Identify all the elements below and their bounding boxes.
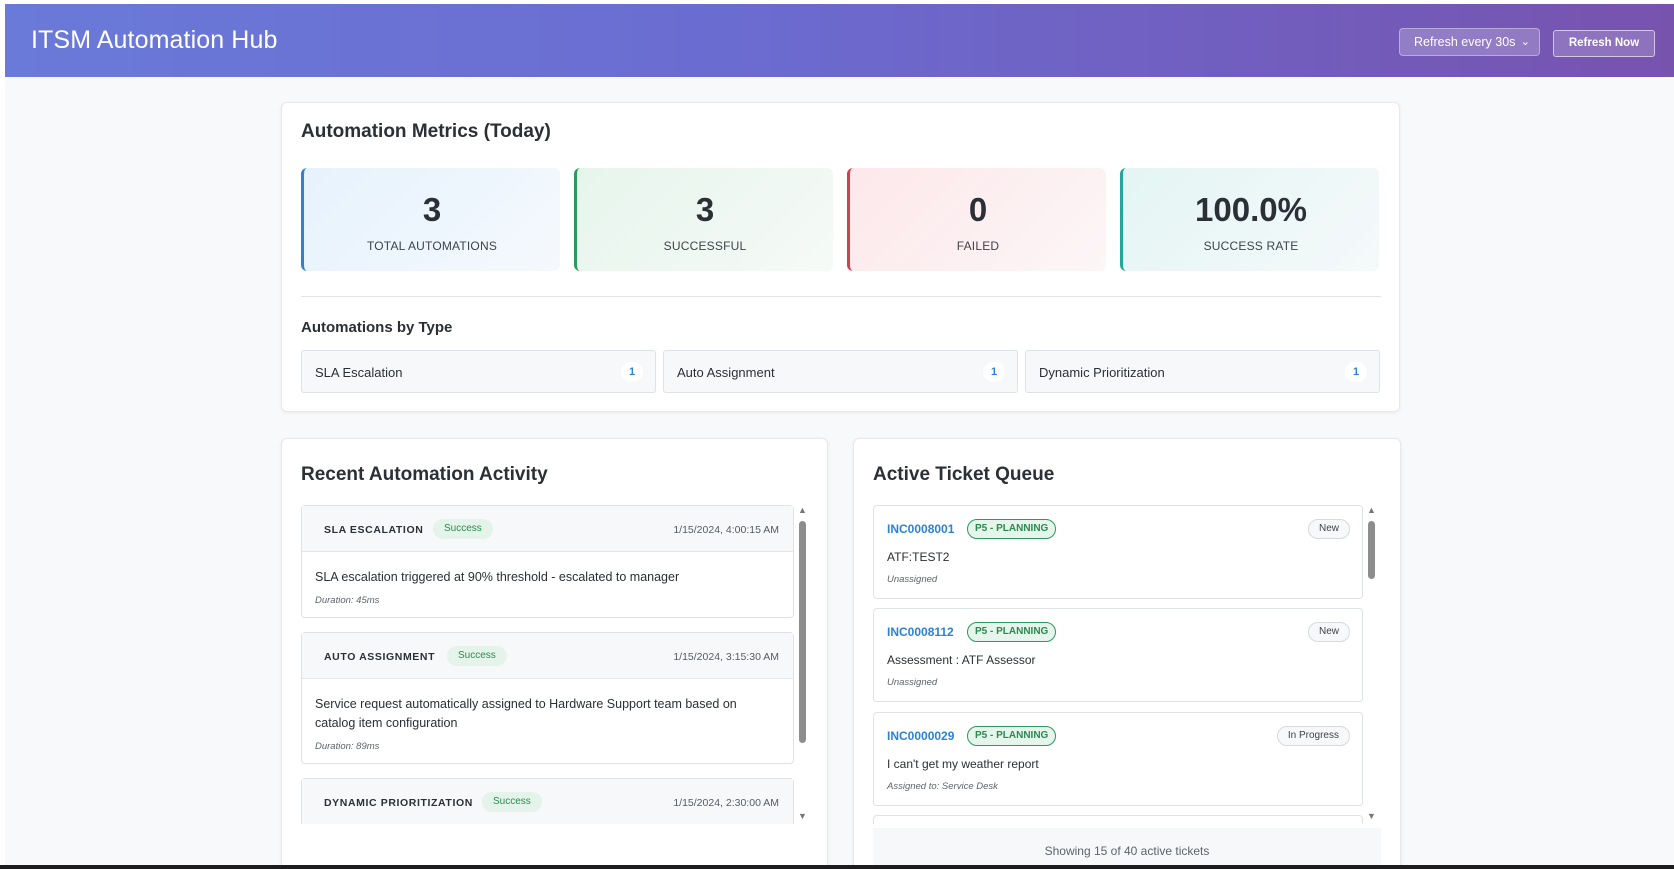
active-ticket-queue-panel: Active Ticket Queue INC0008001 P5 - PLAN…	[853, 438, 1401, 869]
activity-list[interactable]: SLA ESCALATION Success 1/15/2024, 4:00:1…	[301, 505, 794, 824]
window-left-edge	[0, 0, 5, 869]
activity-type: SLA ESCALATION	[324, 524, 424, 536]
status-badge: Success	[447, 646, 507, 666]
activity-duration: Duration: 89ms	[315, 741, 380, 752]
state-badge: In Progress	[1276, 726, 1350, 746]
ticket-assignment: Unassigned	[887, 677, 938, 688]
queue-scrollbar[interactable]: ▲ ▼	[1365, 505, 1378, 825]
metric-success-rate: 100.0% SUCCESS RATE	[1120, 168, 1379, 271]
status-badge: Success	[433, 519, 493, 539]
ticket-number-link[interactable]: INC0008001	[887, 522, 954, 536]
metric-value: 3	[422, 191, 442, 228]
scroll-up-arrow-icon[interactable]: ▲	[1367, 505, 1376, 515]
activity-scrollbar[interactable]: ▲ ▼	[796, 505, 809, 825]
metric-label: FAILED	[956, 239, 1000, 253]
scrollbar-thumb[interactable]	[799, 521, 806, 743]
priority-badge: P5 - PLANNING	[967, 726, 1057, 746]
ticket-card[interactable]: INC0008112 P5 - PLANNING New Assessment …	[873, 608, 1363, 702]
activity-item-header: SLA ESCALATION Success 1/15/2024, 4:00:1…	[302, 506, 793, 552]
activity-title: Recent Automation Activity	[301, 464, 548, 485]
state-badge: New	[1307, 622, 1350, 642]
activity-item-header: AUTO ASSIGNMENT Success 1/15/2024, 3:15:…	[302, 633, 793, 679]
activity-timestamp: 1/15/2024, 4:00:15 AM	[673, 524, 779, 536]
automation-metrics-panel: Automation Metrics (Today) 3 TOTAL AUTOM…	[281, 102, 1400, 412]
priority-badge: P5 - PLANNING	[967, 519, 1057, 539]
ticket-number-link[interactable]: INC0000029	[887, 729, 954, 743]
refresh-now-button[interactable]: Refresh Now	[1553, 30, 1655, 57]
type-chip-dynamic-prioritization: Dynamic Prioritization 1	[1025, 350, 1380, 393]
type-name: Dynamic Prioritization	[1039, 365, 1165, 380]
scroll-up-arrow-icon[interactable]: ▲	[798, 505, 807, 515]
recent-activity-panel: Recent Automation Activity SLA ESCALATIO…	[281, 438, 828, 869]
chevron-down-icon: ⌄	[1520, 36, 1530, 48]
ticket-card[interactable]	[873, 815, 1363, 824]
activity-type: DYNAMIC PRIORITIZATION	[324, 797, 473, 809]
ticket-description: Assessment : ATF Assessor	[887, 653, 1036, 667]
refresh-interval-value: Refresh every 30s	[1414, 35, 1516, 49]
queue-title: Active Ticket Queue	[873, 464, 1055, 485]
ticket-description: I can't get my weather report	[887, 757, 1039, 771]
type-count-badge: 1	[983, 362, 1005, 382]
metric-value: 3	[695, 191, 715, 228]
type-count-badge: 1	[1345, 362, 1367, 382]
state-badge: New	[1307, 519, 1350, 539]
scroll-down-arrow-icon[interactable]: ▼	[1367, 811, 1376, 821]
automations-by-type-title: Automations by Type	[301, 319, 453, 336]
status-badge: Success	[482, 792, 542, 812]
activity-description: Service request automatically assigned t…	[315, 697, 737, 730]
activity-item: AUTO ASSIGNMENT Success 1/15/2024, 3:15:…	[301, 632, 794, 764]
activity-duration: Duration: 45ms	[315, 595, 380, 606]
app-title: ITSM Automation Hub	[31, 26, 278, 54]
ticket-list[interactable]: INC0008001 P5 - PLANNING New ATF:TEST2 U…	[873, 505, 1363, 824]
metric-failed: 0 FAILED	[847, 168, 1106, 271]
queue-footer: Showing 15 of 40 active tickets	[873, 828, 1381, 868]
ticket-card[interactable]: INC0000029 P5 - PLANNING In Progress I c…	[873, 712, 1363, 806]
metric-label: SUCCESS RATE	[1203, 239, 1299, 253]
metric-value: 100.0%	[1195, 191, 1307, 228]
type-chip-auto-assignment: Auto Assignment 1	[663, 350, 1018, 393]
activity-timestamp: 1/15/2024, 2:30:00 AM	[673, 797, 779, 809]
ticket-assignment: Assigned to: Service Desk	[887, 781, 998, 792]
type-name: Auto Assignment	[677, 365, 775, 380]
activity-item: SLA ESCALATION Success 1/15/2024, 4:00:1…	[301, 505, 794, 618]
metric-label: TOTAL AUTOMATIONS	[366, 239, 498, 253]
activity-description: SLA escalation triggered at 90% threshol…	[315, 570, 680, 584]
ticket-description: ATF:TEST2	[887, 550, 950, 564]
metric-successful: 3 SUCCESSFUL	[574, 168, 833, 271]
refresh-interval-select[interactable]: Refresh every 30s ⌄	[1399, 28, 1540, 56]
metrics-title: Automation Metrics (Today)	[301, 121, 551, 142]
ticket-number-link[interactable]: INC0008112	[887, 625, 954, 639]
type-chip-sla-escalation: SLA Escalation 1	[301, 350, 656, 393]
activity-item-header: DYNAMIC PRIORITIZATION Success 1/15/2024…	[302, 779, 793, 824]
type-name: SLA Escalation	[315, 365, 403, 380]
queue-count-text: Showing 15 of 40 active tickets	[1044, 844, 1210, 858]
activity-item: DYNAMIC PRIORITIZATION Success 1/15/2024…	[301, 778, 794, 824]
activity-type: AUTO ASSIGNMENT	[324, 651, 436, 663]
window-bottom-edge	[0, 865, 1674, 869]
ticket-card[interactable]: INC0008001 P5 - PLANNING New ATF:TEST2 U…	[873, 505, 1363, 599]
ticket-assignment: Unassigned	[887, 574, 938, 585]
metric-label: SUCCESSFUL	[663, 239, 747, 253]
scrollbar-thumb[interactable]	[1368, 521, 1375, 579]
app-header: ITSM Automation Hub Refresh every 30s ⌄ …	[5, 4, 1674, 77]
metric-total-automations: 3 TOTAL AUTOMATIONS	[301, 168, 560, 271]
metric-value: 0	[968, 191, 988, 228]
activity-timestamp: 1/15/2024, 3:15:30 AM	[673, 651, 779, 663]
priority-badge: P5 - PLANNING	[967, 622, 1057, 642]
scroll-down-arrow-icon[interactable]: ▼	[798, 811, 807, 821]
section-divider	[301, 296, 1381, 297]
type-count-badge: 1	[621, 362, 643, 382]
